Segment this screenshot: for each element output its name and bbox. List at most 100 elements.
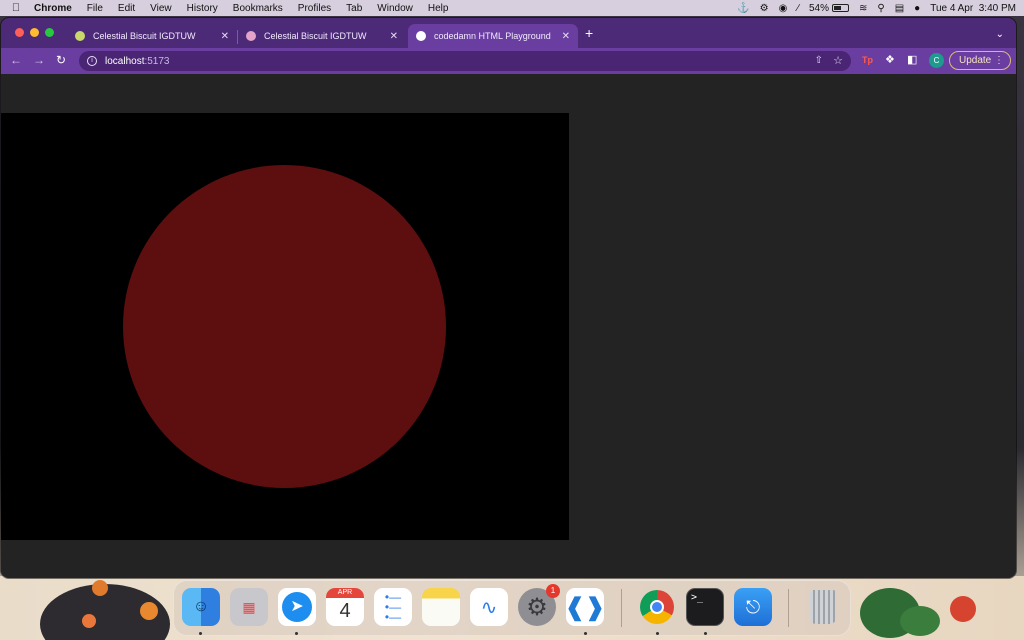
gear-icon[interactable]: ⚙: [760, 3, 769, 14]
address-bar[interactable]: i localhost:5173 ⇧ ☆: [79, 51, 851, 71]
extension-tp-icon[interactable]: Tp: [862, 54, 873, 67]
tab-celestial-biscuit-2[interactable]: Celestial Biscuit IGDTUW ✕: [238, 24, 406, 48]
safari-icon[interactable]: ➤: [278, 588, 316, 626]
menu-profiles[interactable]: Profiles: [298, 3, 331, 14]
url-port: :5173: [144, 55, 170, 67]
more-options-icon[interactable]: ⋮: [994, 55, 1004, 66]
settings-gear-icon: ⚙: [526, 593, 548, 621]
calendar-icon[interactable]: APR 4: [326, 588, 364, 626]
finder-face-icon: ☺: [192, 598, 210, 615]
finder-icon[interactable]: ☺: [182, 588, 220, 626]
vscode-logo-icon: ❰❱: [566, 593, 604, 621]
site-info-icon[interactable]: i: [87, 56, 97, 66]
dock: ☺ ▦ ➤ APR 4 •— •— •— ∿ ⚙ 1 ❰❱ >_ ⎋: [173, 580, 851, 636]
siri-icon[interactable]: ●: [914, 3, 920, 14]
freeform-icon[interactable]: ∿: [470, 588, 508, 626]
tab-close-icon[interactable]: ✕: [221, 31, 229, 42]
vscode-icon[interactable]: ❰❱: [566, 588, 604, 626]
trash-can-icon: [810, 590, 836, 624]
maximize-window-button[interactable]: [45, 28, 54, 37]
bookmark-star-icon[interactable]: ☆: [833, 54, 843, 67]
chrome-icon[interactable]: [638, 588, 676, 626]
menu-edit[interactable]: Edit: [118, 3, 135, 14]
menu-view[interactable]: View: [150, 3, 172, 14]
browser-window: Celestial Biscuit IGDTUW ✕ Celestial Bis…: [1, 18, 1016, 578]
profile-avatar[interactable]: C: [929, 53, 944, 68]
dock-separator: [788, 589, 789, 627]
reload-icon[interactable]: ↻: [56, 54, 66, 66]
tab-close-icon[interactable]: ✕: [390, 31, 398, 42]
wallpaper-flower: [82, 614, 96, 628]
scribble-icon: ∿: [480, 596, 498, 619]
tab-favicon-icon: [75, 31, 85, 41]
wallpaper-flower: [92, 580, 108, 596]
settings-notification-badge: 1: [546, 584, 560, 598]
notes-icon[interactable]: [422, 588, 460, 626]
terminal-icon[interactable]: >_: [686, 588, 724, 626]
red-circle-shape: [123, 165, 446, 488]
podium-icon: ⎋: [745, 596, 761, 617]
share-icon[interactable]: ⇧: [815, 55, 823, 66]
extensions-puzzle-icon[interactable]: ❖: [885, 54, 895, 67]
reminders-icon[interactable]: •— •— •—: [374, 588, 412, 626]
grid-icon: ▦: [242, 598, 256, 615]
running-indicator: [656, 632, 659, 635]
trash-icon[interactable]: [804, 588, 842, 626]
rocket-icon: [246, 31, 256, 41]
running-indicator: [199, 632, 202, 635]
tab-search-chevron-down-icon[interactable]: ⌄: [996, 29, 1004, 40]
keynote-icon[interactable]: ⎋: [734, 588, 772, 626]
forward-arrow-icon[interactable]: →: [33, 54, 45, 66]
wallpaper-leaf: [900, 606, 940, 636]
menu-file[interactable]: File: [87, 3, 103, 14]
running-indicator: [295, 632, 298, 635]
tab-celestial-biscuit-1[interactable]: Celestial Biscuit IGDTUW ✕: [67, 24, 237, 48]
wallpaper-flower: [950, 596, 976, 622]
compass-icon: ➤: [282, 592, 312, 622]
calendar-month: APR: [326, 588, 364, 598]
battery-icon[interactable]: [831, 4, 849, 12]
close-window-button[interactable]: [15, 28, 24, 37]
chrome-logo-icon: [640, 590, 674, 624]
calendar-day: 4: [339, 600, 351, 622]
tab-close-icon[interactable]: ✕: [562, 31, 570, 42]
tab-bar: Celestial Biscuit IGDTUW ✕ Celestial Bis…: [1, 18, 1016, 48]
battery-percent[interactable]: 54%: [809, 3, 829, 14]
tab-title: Celestial Biscuit IGDTUW: [93, 31, 196, 41]
dock-separator: [621, 589, 622, 627]
clock-datetime[interactable]: Tue 4 Apr 3:40 PM: [930, 3, 1016, 14]
wallpaper-flower: [140, 602, 158, 620]
back-arrow-icon[interactable]: ←: [10, 54, 22, 66]
menu-bar:  Chrome File Edit View History Bookmark…: [0, 0, 1024, 16]
url-text: localhost:5173: [105, 56, 170, 67]
vpn-icon[interactable]: ◉: [779, 3, 788, 14]
chrome-center-icon: [650, 600, 664, 614]
control-center-icon[interactable]: ▤: [895, 3, 904, 14]
url-host: localhost: [105, 55, 145, 67]
menu-app-name[interactable]: Chrome: [34, 3, 72, 14]
update-button[interactable]: Update ⋮: [949, 51, 1011, 70]
minimize-window-button[interactable]: [30, 28, 39, 37]
menu-help[interactable]: Help: [428, 3, 449, 14]
browser-toolbar: ← → ↻ i localhost:5173 ⇧ ☆ Tp ❖ ◧ C Upda…: [1, 48, 1016, 74]
tab-title: codedamn HTML Playground: [434, 31, 551, 41]
spotlight-search-icon[interactable]: ⚲: [877, 3, 884, 14]
tab-codedamn-playground[interactable]: codedamn HTML Playground ✕: [408, 24, 578, 48]
launchpad-icon[interactable]: ▦: [230, 588, 268, 626]
apple-icon[interactable]: : [8, 2, 24, 14]
tab-title: Celestial Biscuit IGDTUW: [264, 31, 367, 41]
render-canvas[interactable]: [1, 113, 569, 540]
slash-icon[interactable]: ∕: [797, 3, 799, 14]
menu-window[interactable]: Window: [377, 3, 413, 14]
menu-tab[interactable]: Tab: [346, 3, 362, 14]
menu-history[interactable]: History: [187, 3, 218, 14]
menu-bookmarks[interactable]: Bookmarks: [233, 3, 283, 14]
side-panel-icon[interactable]: ◧: [907, 54, 917, 67]
docker-icon[interactable]: ⚓: [737, 3, 749, 14]
new-tab-plus-icon[interactable]: +: [585, 26, 593, 40]
update-label: Update: [959, 55, 992, 66]
running-indicator: [704, 632, 707, 635]
wifi-icon[interactable]: ≋: [859, 3, 867, 14]
menubar-status-area: ⚓ ⚙ ◉ ∕ 54% ≋ ⚲ ▤ ● Tue 4 Apr 3:40 PM: [727, 3, 1016, 14]
page-viewport: [1, 74, 1016, 578]
